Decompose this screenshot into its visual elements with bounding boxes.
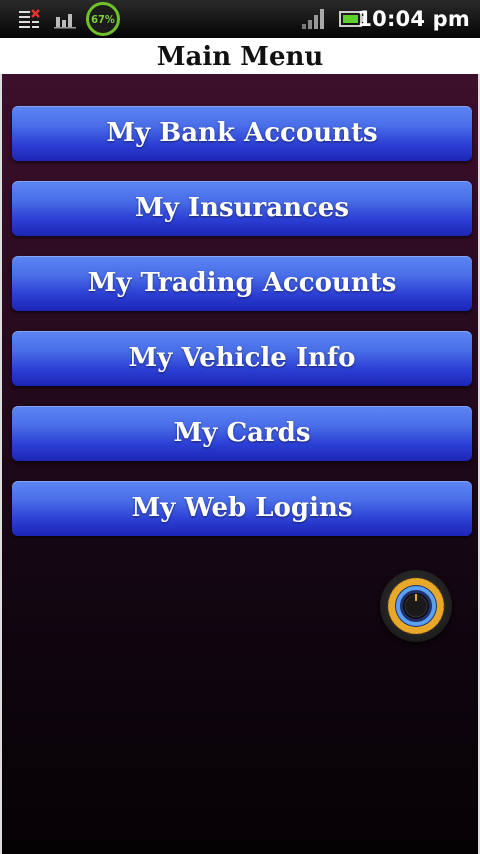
main-menu-area: My Bank Accounts My Insurances My Tradin… — [0, 74, 480, 854]
my-vehicle-info-button[interactable]: My Vehicle Info — [12, 331, 472, 386]
my-cards-button[interactable]: My Cards — [12, 406, 472, 461]
status-time: 10:04 pm — [357, 7, 470, 31]
knob-icon — [387, 577, 445, 635]
battery-circle-icon: 67% — [86, 2, 120, 36]
bar-chart-icon — [52, 0, 78, 38]
notification-list-icon[interactable] — [16, 0, 42, 38]
knob-settings-button[interactable] — [380, 570, 452, 642]
my-trading-accounts-button[interactable]: My Trading Accounts — [12, 256, 472, 311]
my-insurances-button[interactable]: My Insurances — [12, 181, 472, 236]
status-bar: 67% 10:04 pm — [0, 0, 480, 38]
battery-percent-text: 67% — [91, 12, 115, 26]
signal-strength-icon — [300, 0, 326, 38]
page-title: Main Menu — [156, 42, 324, 72]
title-bar: Main Menu — [0, 38, 480, 74]
my-bank-accounts-button[interactable]: My Bank Accounts — [12, 106, 472, 161]
my-web-logins-button[interactable]: My Web Logins — [12, 481, 472, 536]
